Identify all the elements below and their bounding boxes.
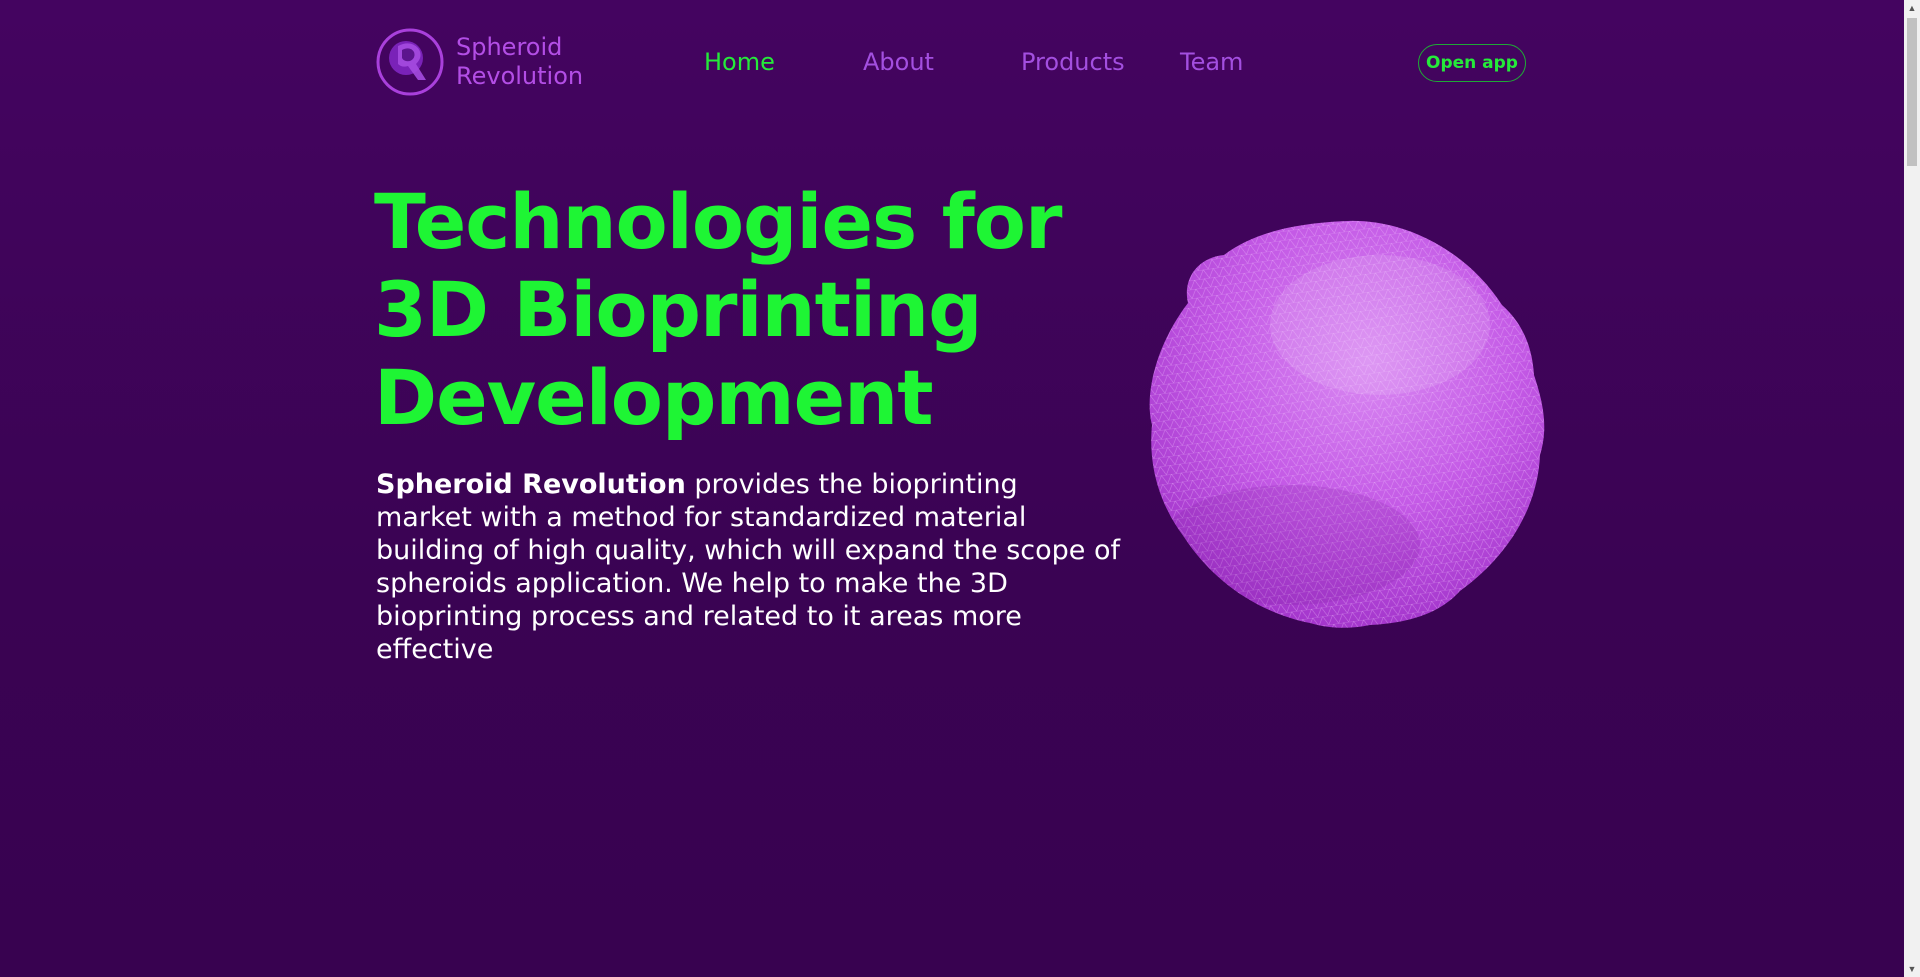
vertical-scrollbar[interactable]: ▲ ▼ xyxy=(1904,0,1920,977)
spheroid-logo-icon xyxy=(376,28,444,96)
brand-logo-link[interactable]: Spheroid Revolution xyxy=(376,28,583,96)
hero-title: Technologies for 3D Bioprinting Developm… xyxy=(374,178,1094,442)
hero-title-line-1: Technologies for xyxy=(374,177,1062,266)
open-app-button[interactable]: Open app xyxy=(1418,44,1526,82)
hero-title-line-3: Development xyxy=(374,353,934,442)
nav-team[interactable]: Team xyxy=(1180,48,1243,76)
scroll-up-arrow-icon[interactable]: ▲ xyxy=(1904,0,1920,16)
nav-about[interactable]: About xyxy=(863,48,934,76)
wireframe-spheroid-icon xyxy=(1149,220,1545,628)
nav-home[interactable]: Home xyxy=(704,48,775,76)
nav-products[interactable]: Products xyxy=(1021,48,1125,76)
scroll-down-arrow-icon[interactable]: ▼ xyxy=(1904,961,1920,977)
hero-description: Spheroid Revolution provides the bioprin… xyxy=(376,468,1121,666)
brand-name-line2: Revolution xyxy=(456,62,584,90)
page: Spheroid Revolution Home About Products … xyxy=(0,0,1904,977)
scrollbar-thumb[interactable] xyxy=(1907,18,1917,166)
hero-description-brand: Spheroid Revolution xyxy=(376,469,686,500)
brand-name: Spheroid Revolution xyxy=(456,33,583,91)
brand-name-line1: Spheroid xyxy=(456,33,563,61)
hero-title-line-2: 3D Bioprinting xyxy=(374,265,983,354)
